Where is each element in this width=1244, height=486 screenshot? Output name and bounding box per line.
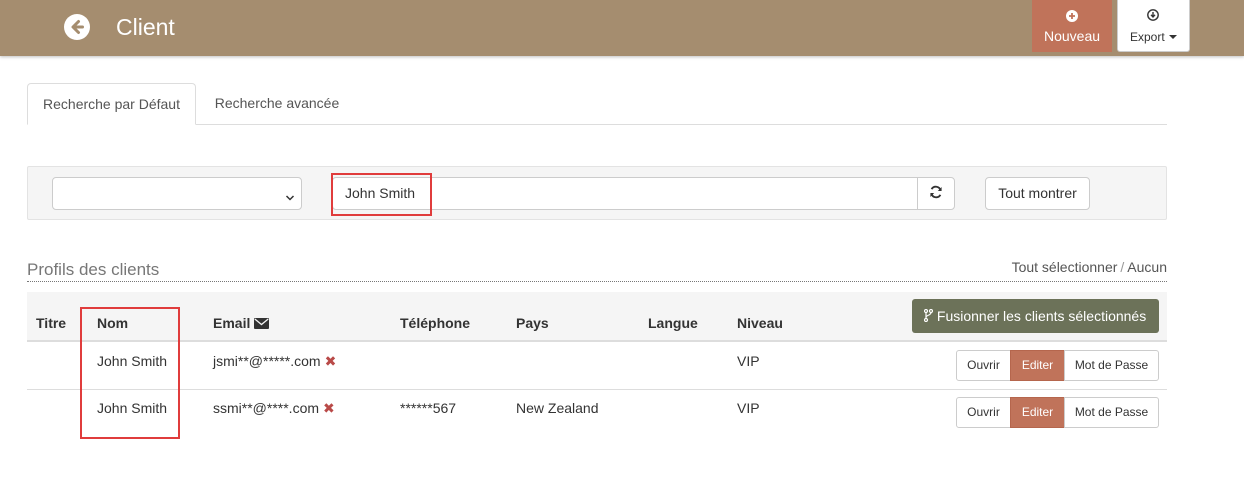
column-header-level: Niveau: [737, 315, 783, 331]
row-1-level: VIP: [737, 353, 760, 369]
back-arrow-icon[interactable]: [64, 14, 90, 40]
tab-default-search[interactable]: Recherche par Défaut: [27, 83, 196, 125]
top-bar: Client Nouveau Export: [0, 0, 1244, 56]
selection-separator: /: [1120, 259, 1125, 275]
row-1-open-button[interactable]: Ouvrir: [956, 350, 1011, 381]
row-1-email: jsmi**@*****.com ✖: [213, 353, 337, 369]
section-title: Profils des clients: [27, 260, 160, 279]
caret-down-icon: [1168, 35, 1177, 39]
code-fork-icon: [923, 308, 937, 324]
search-field-select[interactable]: [52, 177, 302, 210]
refresh-icon: [929, 185, 943, 202]
select-all-link[interactable]: Tout sélectionner: [1012, 259, 1118, 275]
column-header-phone: Téléphone: [400, 315, 471, 331]
search-input[interactable]: John Smith: [332, 177, 919, 210]
row-2-open-button[interactable]: Ouvrir: [956, 397, 1011, 428]
merge-clients-label: Fusionner les clients sélectionnés: [936, 308, 1147, 324]
column-header-name: Nom: [97, 315, 129, 331]
export-dropdown-button[interactable]: Export: [1117, 0, 1190, 52]
row-2-country: New Zealand: [516, 400, 599, 416]
export-label: Export: [1130, 30, 1165, 44]
row-1-password-button[interactable]: Mot de Passe: [1064, 350, 1159, 381]
row-divider: [27, 389, 1167, 390]
tab-advanced-search[interactable]: Recherche avancée: [197, 83, 357, 125]
section-divider: [27, 281, 1167, 282]
merge-clients-button[interactable]: Fusionner les clients sélectionnés: [912, 299, 1159, 333]
row-2-level: VIP: [737, 400, 760, 416]
column-header-language: Langue: [648, 315, 698, 331]
plus-circle-icon: [1066, 9, 1078, 25]
remove-email-icon[interactable]: ✖: [325, 353, 337, 369]
row-2-name: John Smith: [97, 400, 168, 416]
row-2-password-button[interactable]: Mot de Passe: [1064, 397, 1159, 428]
envelope-icon: [254, 315, 270, 331]
row-2-email: ssmi**@****.com ✖: [213, 400, 335, 416]
show-all-button[interactable]: Tout montrer: [985, 177, 1090, 210]
download-circle-icon: [1147, 9, 1159, 24]
row-1-edit-button[interactable]: Editer: [1010, 350, 1065, 381]
selection-links: Tout sélectionner / Aucun: [1012, 259, 1167, 276]
page-title: Client: [116, 14, 175, 40]
select-none-link[interactable]: Aucun: [1127, 259, 1167, 275]
new-client-button[interactable]: Nouveau: [1032, 0, 1112, 52]
row-2-edit-button[interactable]: Editer: [1010, 397, 1065, 428]
column-header-country: Pays: [516, 315, 549, 331]
new-client-label: Nouveau: [1043, 28, 1101, 44]
column-header-email: Email: [213, 315, 270, 332]
remove-email-icon[interactable]: ✖: [323, 400, 335, 416]
row-2-phone: ******567: [400, 400, 457, 416]
row-1-name: John Smith: [97, 353, 168, 369]
chevron-down-icon: [285, 189, 295, 205]
column-header-title: Titre: [36, 315, 67, 331]
refresh-button[interactable]: [917, 177, 955, 210]
